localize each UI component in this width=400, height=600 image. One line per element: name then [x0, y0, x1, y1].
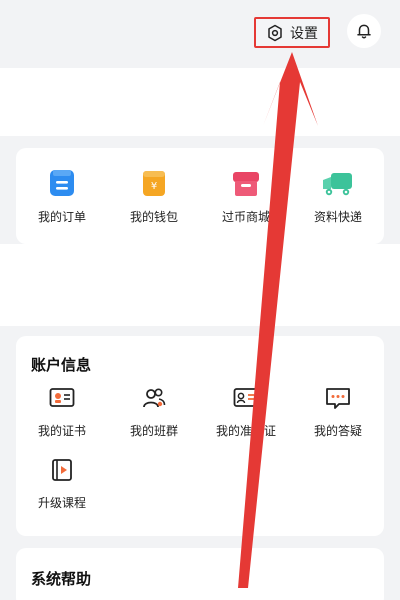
- svg-text:¥: ¥: [151, 181, 157, 192]
- material-delivery-button[interactable]: 资料快递: [293, 168, 383, 225]
- quick-links-card: 我的订单 ¥ 我的钱包 过币商城 资料快递: [16, 148, 384, 244]
- quick-link-label: 过币商城: [221, 209, 270, 224]
- quick-link-label: 资料快递: [313, 209, 362, 224]
- account-item-label: 我的准考证: [215, 424, 276, 438]
- quick-link-label: 我的钱包: [129, 209, 178, 224]
- account-item-label: 我的答疑: [313, 424, 362, 438]
- store-icon: [233, 171, 259, 196]
- my-qa-button[interactable]: 我的答疑: [292, 386, 384, 444]
- section-title: 账户信息: [31, 356, 92, 374]
- truck-icon: [323, 172, 352, 195]
- profile-area: [0, 68, 400, 136]
- my-wallet-button[interactable]: ¥ 我的钱包: [109, 168, 199, 225]
- certificate-icon: [49, 388, 75, 407]
- my-class-group-button[interactable]: 我的班群: [108, 386, 200, 444]
- settings-button[interactable]: 设置: [254, 17, 330, 48]
- upgrade-course-icon: [52, 459, 72, 481]
- wallet-icon: ¥: [143, 170, 165, 196]
- quick-link-label: 我的订单: [37, 209, 86, 224]
- order-icon: [50, 169, 74, 196]
- notification-button[interactable]: [347, 14, 381, 48]
- my-admission-card-button[interactable]: 我的准考证: [200, 386, 292, 444]
- section-title: 系统帮助: [31, 570, 92, 588]
- group-icon: [143, 388, 166, 408]
- bell-icon: [357, 24, 371, 39]
- account-info-card: 账户信息 我的证书 我的班群 我的准考证 我的答疑 升级课程: [16, 336, 384, 536]
- admission-card-icon: [233, 388, 259, 407]
- my-certificates-button[interactable]: 我的证书: [16, 386, 108, 444]
- settings-icon: [268, 24, 282, 41]
- account-item-label: 我的班群: [129, 424, 178, 438]
- upgrade-course-button[interactable]: 升级课程: [16, 458, 108, 516]
- system-help-card: 系统帮助: [16, 548, 384, 600]
- coin-store-button[interactable]: 过币商城: [201, 168, 291, 225]
- my-orders-button[interactable]: 我的订单: [17, 168, 107, 225]
- account-item-label: 我的证书: [37, 424, 86, 438]
- account-item-label: 升级课程: [37, 496, 86, 510]
- qa-icon: [326, 388, 350, 409]
- top-bar: 设置: [0, 0, 400, 68]
- banner-area: [0, 244, 400, 326]
- settings-label: 设置: [290, 25, 318, 42]
